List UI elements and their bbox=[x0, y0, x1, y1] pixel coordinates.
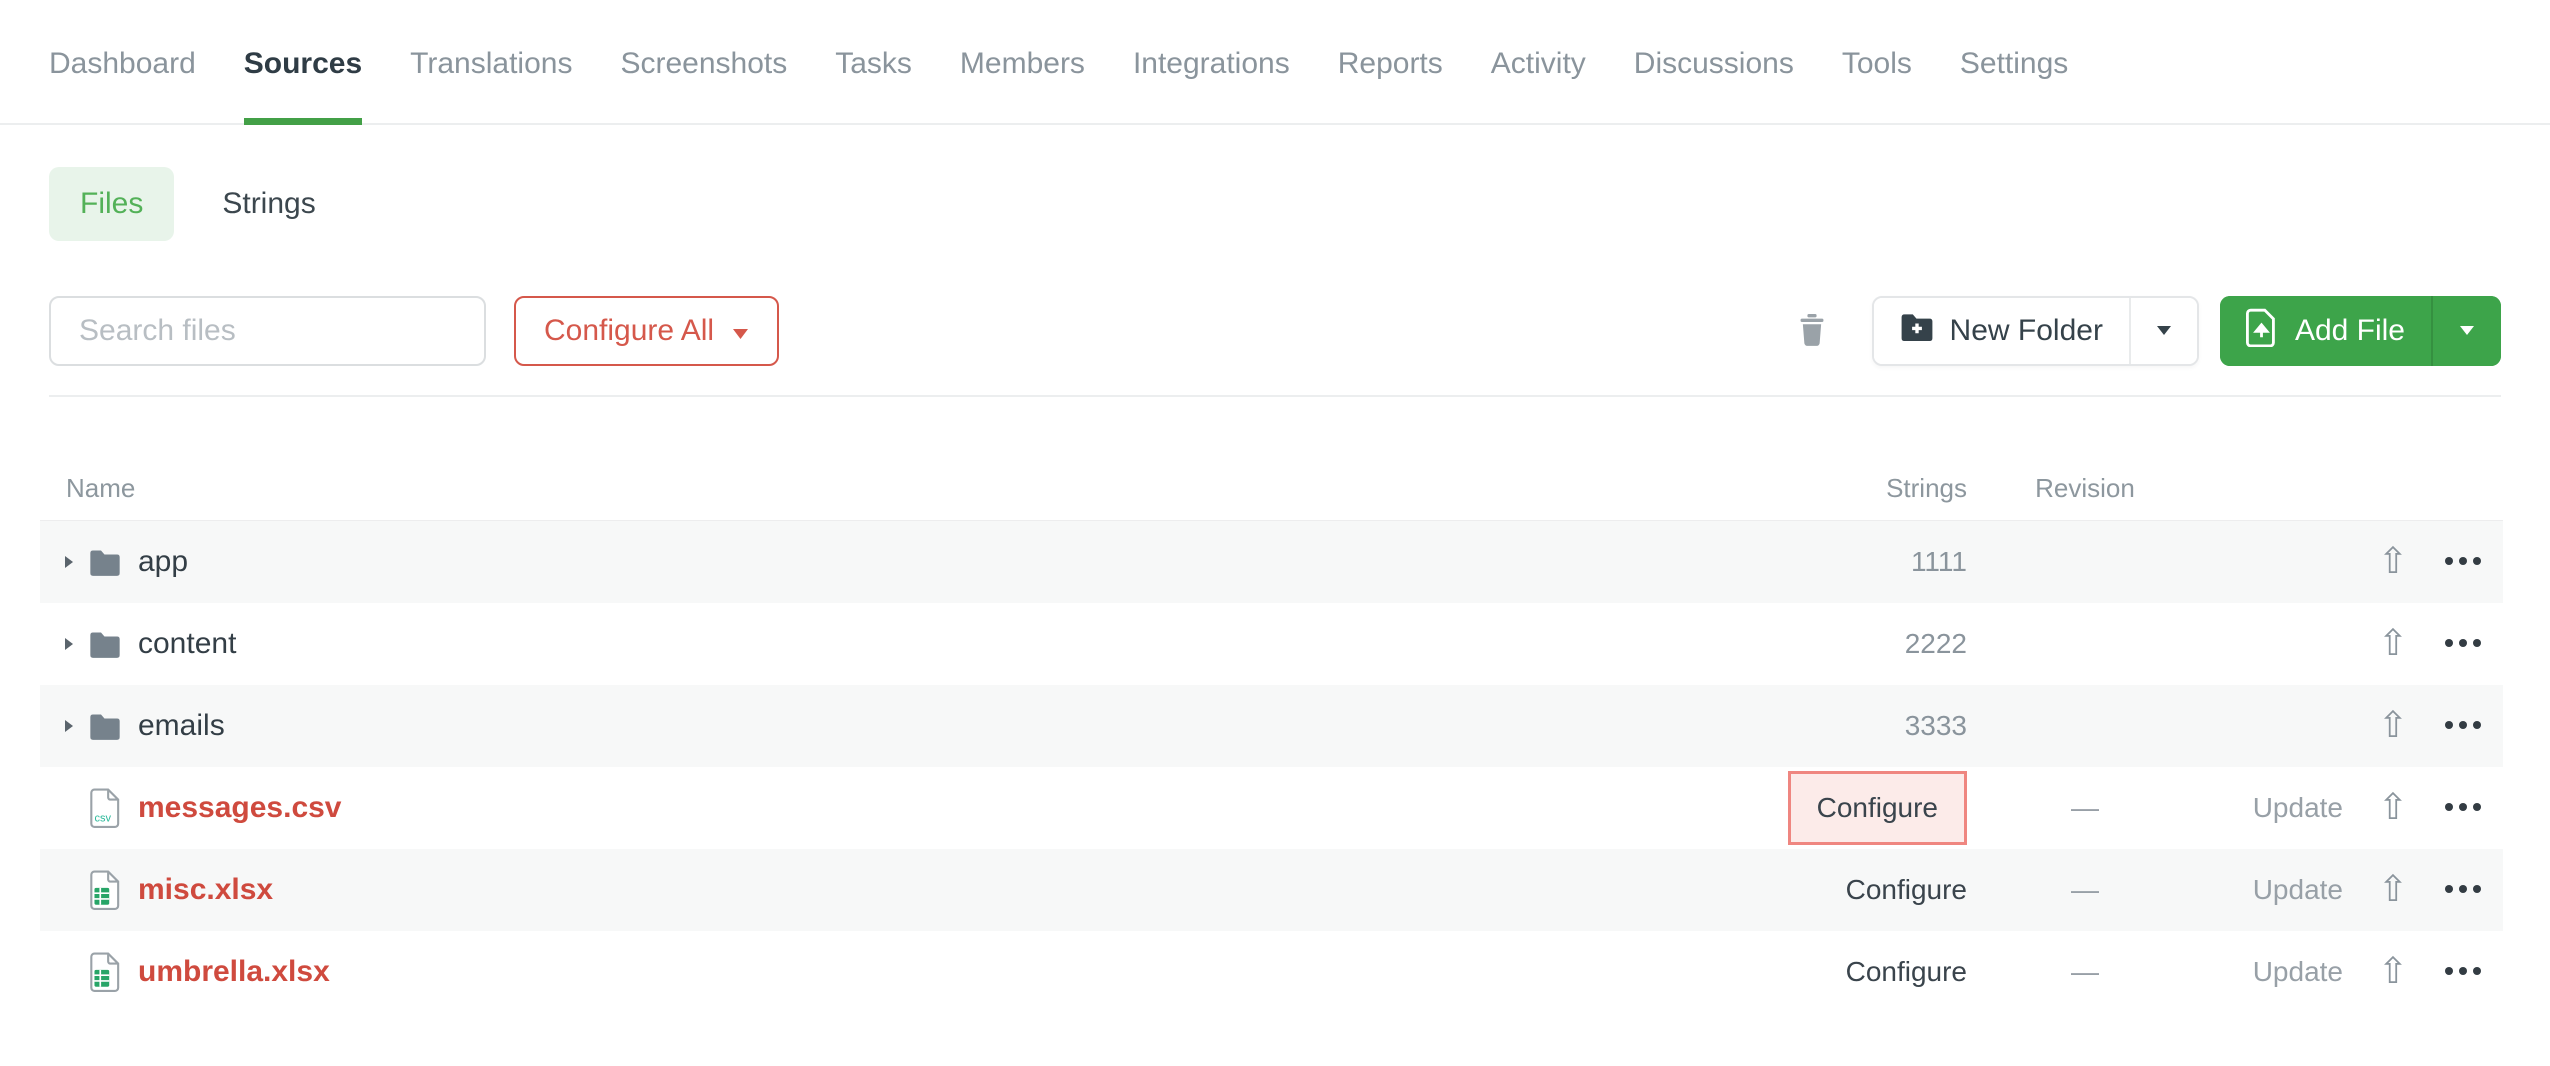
xlsx-file-icon bbox=[88, 870, 122, 910]
expand-caret-icon[interactable] bbox=[63, 636, 88, 652]
svg-text:csv: csv bbox=[94, 813, 111, 825]
new-folder-split-button: New Folder bbox=[1872, 296, 2199, 366]
row-actions-menu[interactable] bbox=[2423, 553, 2503, 571]
expand-caret-icon[interactable] bbox=[63, 554, 88, 570]
csv-file-icon: csv bbox=[88, 788, 122, 828]
nav-tab-tools[interactable]: Tools bbox=[1842, 45, 1912, 123]
nav-tab-reports[interactable]: Reports bbox=[1338, 45, 1443, 123]
folder-name[interactable]: content bbox=[138, 627, 236, 661]
new-folder-label: New Folder bbox=[1950, 314, 2103, 348]
ellipsis-icon bbox=[2443, 881, 2483, 899]
table-row-file-misc-xlsx: misc.xlsx Configure — Update ⇧ bbox=[40, 849, 2503, 931]
ellipsis-icon bbox=[2443, 963, 2483, 981]
upload-icon[interactable]: ⇧ bbox=[2378, 544, 2408, 580]
update-link[interactable]: Update bbox=[2253, 792, 2343, 824]
strings-count: 1111 bbox=[1911, 546, 1967, 578]
ellipsis-icon bbox=[2443, 717, 2483, 735]
table-row-file-messages-csv: csv messages.csv Configure — Update ⇧ bbox=[40, 767, 2503, 849]
table-row-folder-emails: emails 3333 ⇧ bbox=[40, 685, 2503, 767]
configure-all-button[interactable]: Configure All bbox=[514, 296, 779, 366]
column-header-name: Name bbox=[40, 473, 1755, 504]
revision-value: — bbox=[2071, 874, 2099, 906]
files-table: Name Strings Revision app 1111 ⇧ bbox=[40, 397, 2503, 1013]
nav-tab-sources[interactable]: Sources bbox=[244, 45, 362, 123]
nav-tab-screenshots[interactable]: Screenshots bbox=[620, 45, 787, 123]
toolbar-right-group: New Folder Add File bbox=[1798, 296, 2501, 366]
upload-icon[interactable]: ⇧ bbox=[2378, 708, 2408, 744]
nav-tab-settings[interactable]: Settings bbox=[1960, 45, 2068, 123]
upload-icon[interactable]: ⇧ bbox=[2378, 790, 2408, 826]
files-toolbar: Configure All bbox=[49, 296, 2501, 397]
ellipsis-icon bbox=[2443, 799, 2483, 817]
new-folder-dropdown-toggle[interactable] bbox=[2129, 298, 2197, 364]
column-header-revision: Revision bbox=[2000, 473, 2170, 504]
ellipsis-icon bbox=[2443, 635, 2483, 653]
configure-link[interactable]: Configure bbox=[1846, 956, 1967, 988]
chevron-down-icon bbox=[732, 314, 749, 348]
tab-strings[interactable]: Strings bbox=[222, 167, 315, 241]
update-link[interactable]: Update bbox=[2253, 956, 2343, 988]
add-file-button[interactable]: Add File bbox=[2220, 296, 2431, 366]
chevron-down-icon bbox=[2459, 324, 2475, 339]
search-input[interactable] bbox=[49, 296, 486, 366]
new-folder-button[interactable]: New Folder bbox=[1874, 298, 2129, 364]
file-name[interactable]: messages.csv bbox=[138, 791, 342, 825]
ellipsis-icon bbox=[2443, 553, 2483, 571]
revision-value: — bbox=[2071, 956, 2099, 988]
table-body: app 1111 ⇧ content 222 bbox=[40, 520, 2503, 1013]
tab-files[interactable]: Files bbox=[49, 167, 174, 241]
table-row-file-umbrella-xlsx: umbrella.xlsx Configure — Update ⇧ bbox=[40, 931, 2503, 1013]
row-actions-menu[interactable] bbox=[2423, 881, 2503, 899]
configure-all-label: Configure All bbox=[544, 314, 714, 348]
nav-tab-activity[interactable]: Activity bbox=[1491, 45, 1586, 123]
nav-tab-dashboard[interactable]: Dashboard bbox=[49, 45, 196, 123]
add-file-dropdown-toggle[interactable] bbox=[2431, 296, 2501, 366]
file-name[interactable]: umbrella.xlsx bbox=[138, 955, 330, 989]
update-link[interactable]: Update bbox=[2253, 874, 2343, 906]
row-actions-menu[interactable] bbox=[2423, 963, 2503, 981]
file-name[interactable]: misc.xlsx bbox=[138, 873, 273, 907]
table-row-folder-app: app 1111 ⇧ bbox=[40, 521, 2503, 603]
xlsx-file-icon bbox=[88, 952, 122, 992]
add-file-split-button: Add File bbox=[2220, 296, 2501, 366]
strings-count: 3333 bbox=[1905, 710, 1967, 742]
upload-icon[interactable]: ⇧ bbox=[2378, 872, 2408, 908]
delete-button[interactable] bbox=[1798, 314, 1826, 349]
nav-tab-discussions[interactable]: Discussions bbox=[1634, 45, 1794, 123]
folder-icon bbox=[88, 713, 122, 740]
top-navigation: Dashboard Sources Translations Screensho… bbox=[0, 0, 2550, 125]
nav-tab-members[interactable]: Members bbox=[960, 45, 1085, 123]
folder-icon bbox=[88, 549, 122, 576]
upload-icon[interactable]: ⇧ bbox=[2378, 626, 2408, 662]
row-actions-menu[interactable] bbox=[2423, 635, 2503, 653]
upload-icon[interactable]: ⇧ bbox=[2378, 954, 2408, 990]
table-row-folder-content: content 2222 ⇧ bbox=[40, 603, 2503, 685]
nav-tab-integrations[interactable]: Integrations bbox=[1133, 45, 1290, 123]
row-actions-menu[interactable] bbox=[2423, 717, 2503, 735]
trash-icon bbox=[1798, 314, 1826, 349]
table-header: Name Strings Revision bbox=[40, 397, 2503, 520]
folder-icon bbox=[88, 631, 122, 658]
folder-name[interactable]: app bbox=[138, 545, 188, 579]
add-file-label: Add File bbox=[2295, 314, 2405, 348]
folder-name[interactable]: emails bbox=[138, 709, 225, 743]
view-tabs: Files Strings bbox=[49, 167, 2550, 241]
nav-tab-tasks[interactable]: Tasks bbox=[835, 45, 912, 123]
row-actions-menu[interactable] bbox=[2423, 799, 2503, 817]
chevron-down-icon bbox=[2156, 324, 2172, 339]
column-header-strings: Strings bbox=[1755, 473, 2000, 504]
folder-plus-icon bbox=[1900, 313, 1934, 349]
revision-value: — bbox=[2071, 792, 2099, 824]
nav-tab-translations[interactable]: Translations bbox=[410, 45, 572, 123]
configure-link-highlighted[interactable]: Configure bbox=[1788, 771, 1967, 845]
file-upload-icon bbox=[2246, 308, 2277, 355]
strings-count: 2222 bbox=[1905, 628, 1967, 660]
expand-caret-icon[interactable] bbox=[63, 718, 88, 734]
configure-link[interactable]: Configure bbox=[1846, 874, 1967, 906]
